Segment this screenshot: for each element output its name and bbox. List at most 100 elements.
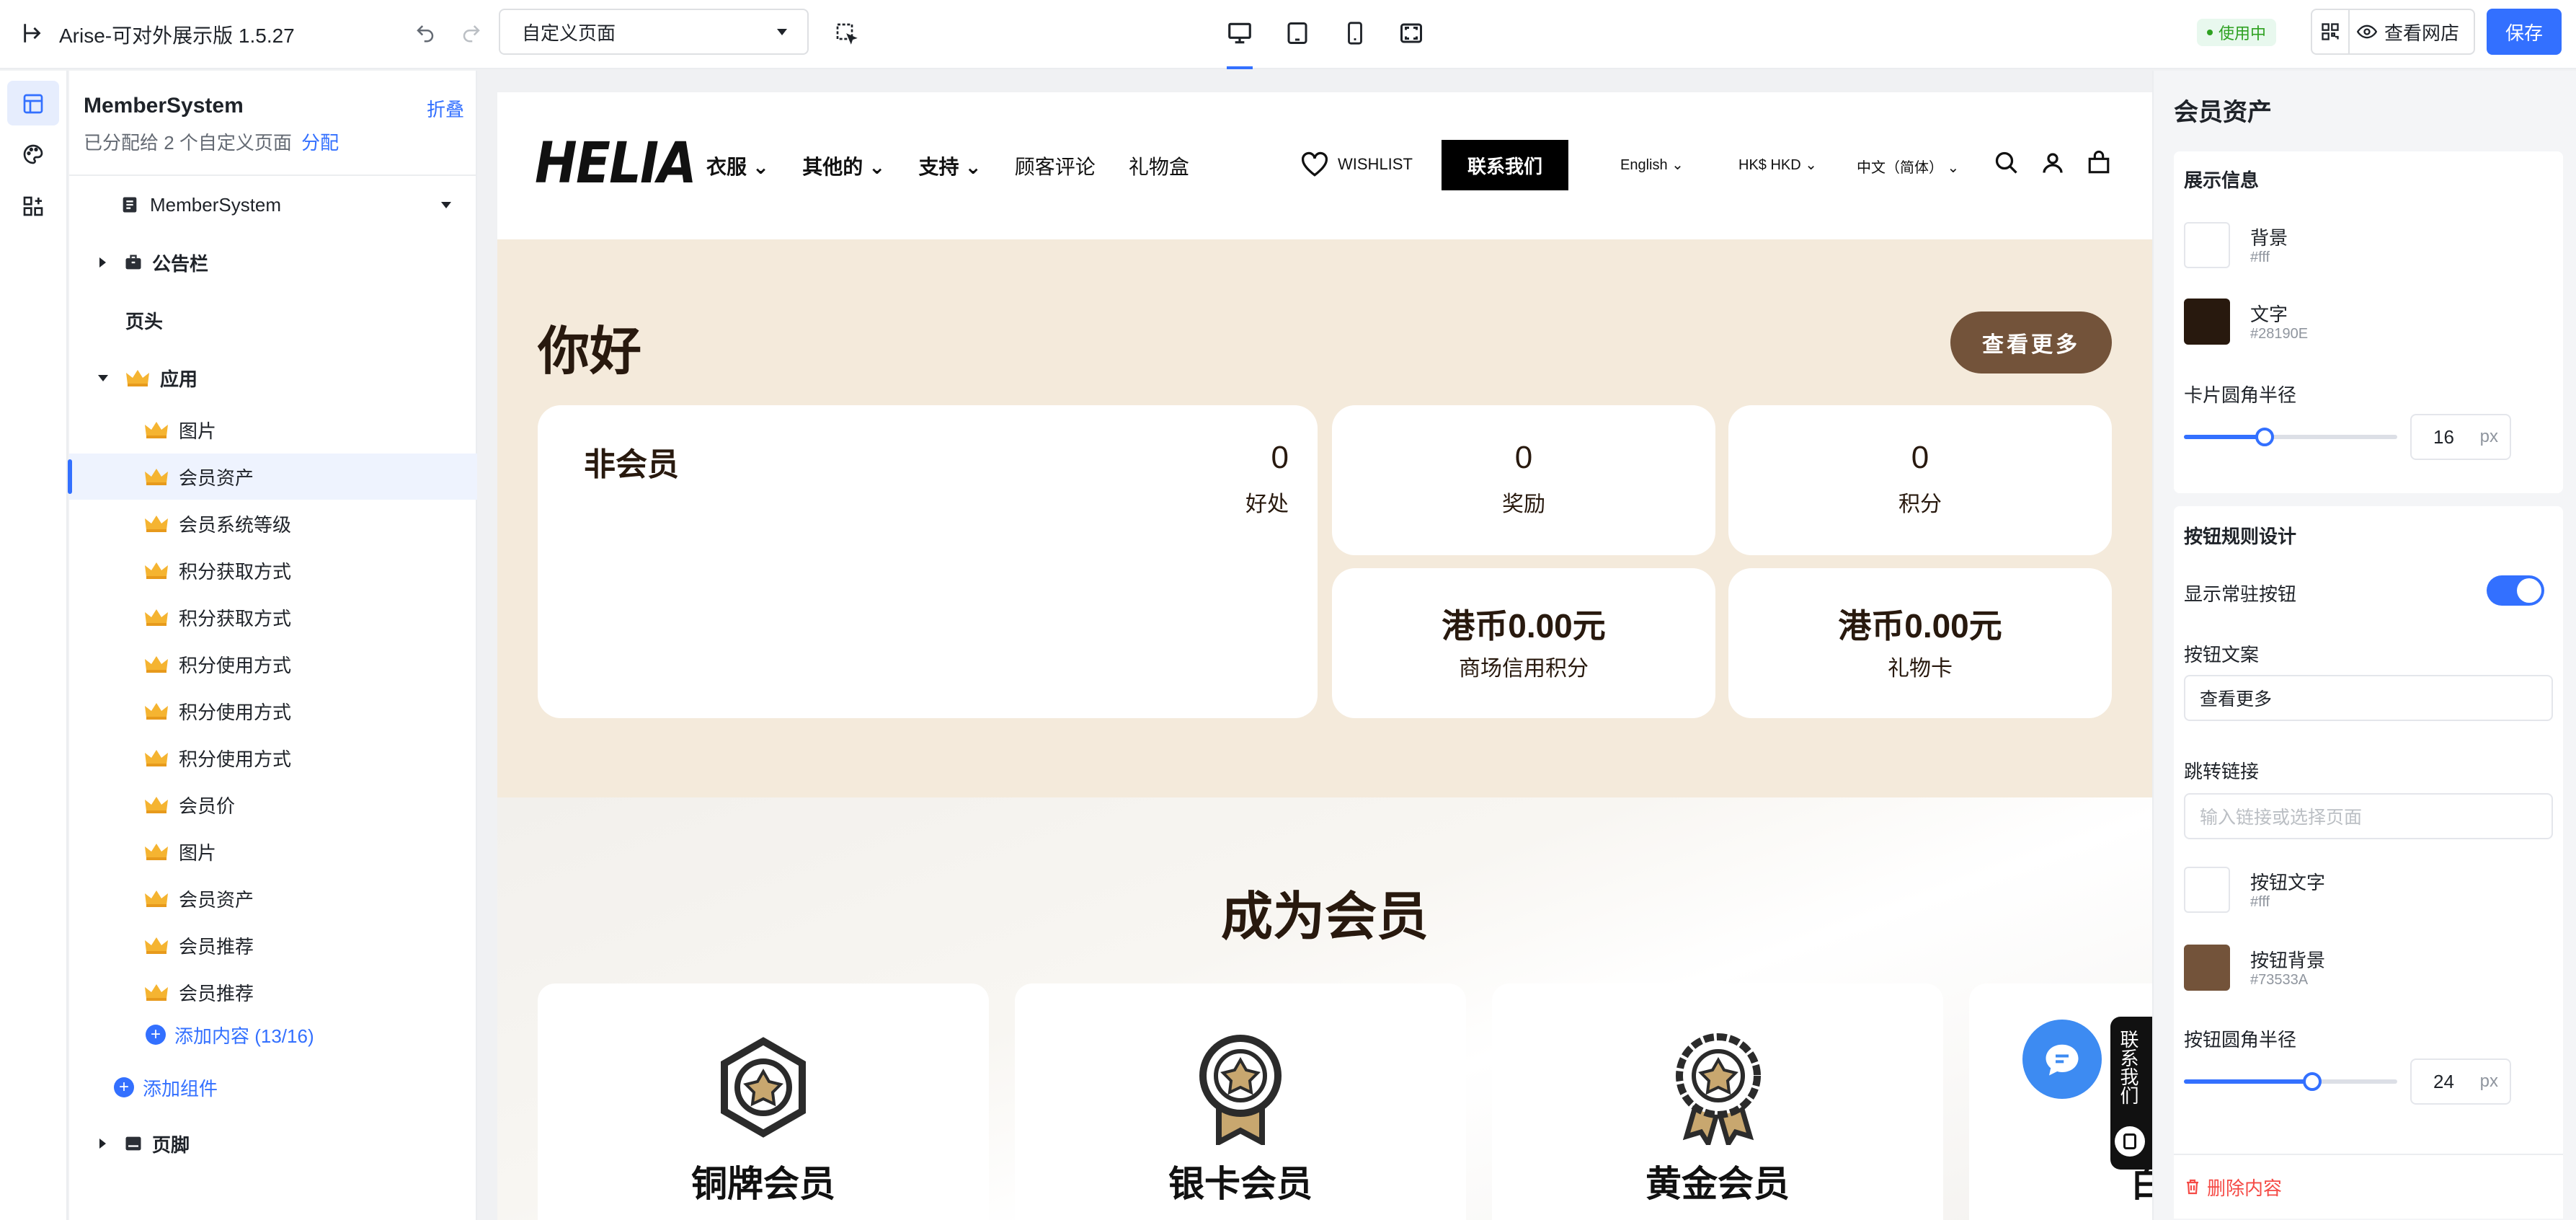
store-credit-value: 港币0.00元: [1442, 607, 1606, 645]
collapse-link[interactable]: 折叠: [427, 95, 464, 122]
benefits-label: 好处: [1245, 492, 1289, 516]
tree-item-apps[interactable]: 应用: [69, 355, 477, 401]
contact-us-button[interactable]: 联系我们: [1442, 140, 1568, 190]
tree-item-announcement[interactable]: 公告栏: [69, 239, 477, 286]
tree-item-app[interactable]: 积分使用方式: [69, 688, 477, 734]
assign-link[interactable]: 分配: [301, 132, 339, 154]
nav-item-other[interactable]: 其他的 ⌄: [802, 151, 885, 180]
button-radius-slider-handle[interactable]: [2302, 1072, 2322, 1091]
link-input[interactable]: 输入链接或选择页面: [2184, 793, 2553, 839]
briefcase-icon: [125, 255, 141, 270]
button-radius-label: 按钮圆角半径: [2184, 1029, 2297, 1051]
store-nav: 衣服 ⌄ 其他的 ⌄ 支持 ⌄ 顾客评论 礼物盒: [706, 151, 1189, 180]
show-button-toggle[interactable]: [2487, 575, 2544, 606]
tree-item-app[interactable]: 会员系统等级: [69, 500, 477, 547]
nav-item-clothes[interactable]: 衣服 ⌄: [706, 151, 769, 180]
plus-circle-icon: +: [146, 1025, 166, 1045]
tree-item-app[interactable]: 会员推荐: [69, 922, 477, 968]
desktop-view-icon[interactable]: [1224, 17, 1256, 49]
bg-color-label: 背景: [2250, 227, 2288, 249]
points-value: 0: [1911, 440, 1929, 475]
button-text-color-swatch[interactable]: [2184, 867, 2230, 913]
chat-bubble-button[interactable]: [2022, 1020, 2102, 1099]
template-select[interactable]: MemberSystem: [69, 182, 477, 228]
mobile-view-icon[interactable]: [1339, 17, 1371, 49]
tree-item-app[interactable]: 会员资产: [69, 875, 477, 921]
delete-label: 删除内容: [2207, 1177, 2283, 1199]
store-logo[interactable]: HELIA: [535, 131, 697, 196]
save-label: 保存: [2505, 22, 2543, 44]
tree-item-app[interactable]: 会员推荐: [69, 969, 477, 1015]
apps-icon[interactable]: [19, 192, 48, 221]
active-view-indicator: [1227, 66, 1253, 69]
store-credit-card: 港币0.00元 商场信用积分: [1332, 568, 1715, 718]
region-select[interactable]: 中文（简体） ⌄: [1857, 156, 1959, 177]
view-store-label: 查看网店: [2384, 22, 2460, 44]
layout-icon[interactable]: [19, 89, 48, 118]
view-more-button[interactable]: 查看更多: [1950, 311, 2112, 373]
caret-down-icon: [441, 202, 451, 208]
qrcode-icon[interactable]: [2312, 10, 2350, 53]
component-tree-panel: MemberSystem 折叠 已分配给 2 个自定义页面 分配 MemberS…: [68, 71, 477, 1220]
tree-item-app[interactable]: 图片: [69, 828, 477, 875]
palette-icon[interactable]: [19, 140, 48, 169]
tier-card-gold[interactable]: 黄金会员: [1492, 983, 1943, 1220]
section-title: 展示信息: [2184, 169, 2260, 191]
caret-right-icon: [99, 257, 106, 268]
button-text-input[interactable]: 查看更多: [2184, 675, 2553, 721]
nav-item-reviews[interactable]: 顾客评论: [1015, 151, 1096, 180]
button-section: 按钮规则设计 显示常驻按钮 按钮文案 查看更多 跳转链接 输入链接或选择页面 按…: [2174, 506, 2563, 1197]
undo-icon[interactable]: [412, 20, 438, 46]
crown-icon: [144, 467, 179, 486]
view-store-button[interactable]: 查看网店: [2357, 10, 2474, 53]
tree-item-app[interactable]: 图片: [69, 407, 477, 453]
tree-item-footer[interactable]: 页脚: [69, 1120, 477, 1167]
add-component-label: 添加组件: [143, 1077, 218, 1100]
tree-item-app[interactable]: 积分使用方式: [69, 641, 477, 687]
account-icon[interactable]: [2037, 147, 2069, 179]
display-section: 展示信息 背景 #fff 文字 #28190E 卡片圆角半径 16 px: [2174, 151, 2563, 493]
button-radius-input[interactable]: 24 px: [2410, 1058, 2511, 1105]
currency-select[interactable]: HK$ HKD ⌄: [1738, 156, 1817, 174]
language-select[interactable]: English ⌄: [1620, 156, 1684, 174]
contact-us-label: 联系我们: [1467, 155, 1542, 177]
caret-right-icon: [99, 1139, 106, 1149]
tree-item-label: 页头: [125, 310, 164, 332]
card-radius-input[interactable]: 16 px: [2410, 414, 2511, 460]
status-badge: 使用中: [2197, 19, 2277, 46]
member-assets-section[interactable]: 你好 查看更多 非会员 0 好处 0 奖励 0 积分 港币0.00元 商场信用积…: [497, 239, 2152, 797]
tier-card-silver[interactable]: 银卡会员: [1015, 983, 1466, 1220]
page-select[interactable]: 自定义页面: [499, 9, 809, 55]
delete-content-button[interactable]: 删除内容: [2174, 1154, 2563, 1219]
card-radius-slider-handle[interactable]: [2255, 428, 2275, 446]
background-color-swatch[interactable]: [2184, 222, 2230, 268]
nav-item-support[interactable]: 支持 ⌄: [919, 151, 982, 180]
cart-icon[interactable]: [2083, 147, 2115, 179]
exit-icon[interactable]: [19, 19, 48, 48]
search-icon[interactable]: [1991, 147, 2022, 179]
tree-item-app[interactable]: 积分使用方式: [69, 735, 477, 781]
membership-card: 非会员 0 好处: [538, 405, 1318, 718]
chevron-down-icon: ⌄: [1667, 157, 1684, 173]
side-contact-tab[interactable]: 联系我们: [2110, 1017, 2152, 1170]
tier-card-bronze[interactable]: 铜牌会员: [538, 983, 989, 1220]
nav-item-gift-box[interactable]: 礼物盒: [1129, 151, 1189, 180]
button-bg-color-swatch[interactable]: [2184, 945, 2230, 991]
save-button[interactable]: 保存: [2487, 9, 2562, 55]
add-content-label: 添加内容 (13/16): [174, 1025, 314, 1047]
redo-icon[interactable]: [458, 20, 484, 46]
text-color-swatch[interactable]: [2184, 299, 2230, 345]
add-component-button[interactable]: + 添加组件: [69, 1064, 477, 1110]
tablet-view-icon[interactable]: [1282, 17, 1313, 49]
tree-item-app[interactable]: 会员资产: [68, 454, 477, 500]
btn-bg-color-value: #73533A: [2250, 972, 2309, 988]
tree-item-app[interactable]: 会员价: [69, 782, 477, 828]
tree-item-app[interactable]: 积分获取方式: [69, 547, 477, 593]
tree-item-header[interactable]: 页头: [69, 297, 477, 343]
add-content-button[interactable]: + 添加内容 (13/16): [69, 1012, 477, 1058]
wishlist-link[interactable]: WISHLIST: [1300, 151, 1413, 177]
fullscreen-icon[interactable]: [1395, 17, 1427, 49]
crown-icon: [144, 561, 179, 580]
select-area-icon[interactable]: [832, 19, 861, 48]
tree-item-app[interactable]: 积分获取方式: [69, 594, 477, 640]
